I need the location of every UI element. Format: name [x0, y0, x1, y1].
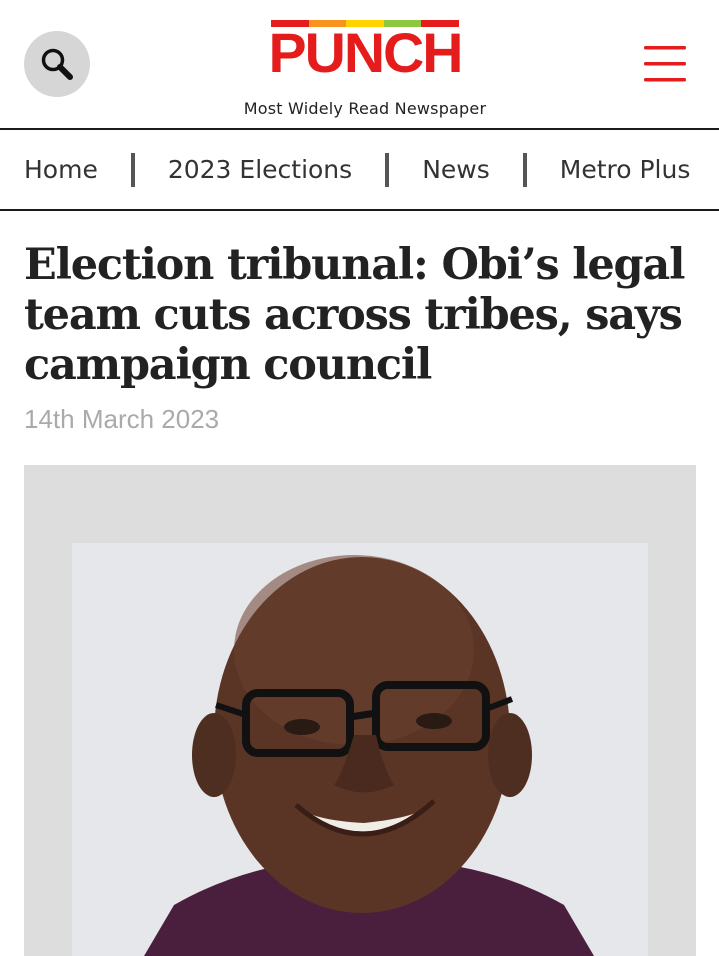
nav-item-news[interactable]: News	[422, 155, 490, 184]
site-header: PUNCH Most Widely Read Newspaper	[0, 0, 719, 130]
nav-divider	[385, 152, 390, 187]
nav-divider	[130, 152, 135, 187]
search-button[interactable]	[24, 31, 90, 97]
nav-item-2023-elections[interactable]: 2023 Elections	[168, 155, 352, 184]
article-date: 14th March 2023	[24, 404, 220, 434]
portrait-photo	[24, 465, 696, 956]
nav-item-home[interactable]: Home	[24, 155, 98, 184]
logo-wordmark: PUNCH	[268, 21, 464, 84]
nav-divider	[522, 152, 527, 187]
nav-item-metro-plus[interactable]: Metro Plus	[560, 155, 691, 184]
article-headline: Election tribunal: Obi’s legal team cuts…	[24, 240, 685, 390]
article-image[interactable]	[24, 465, 696, 956]
hamburger-menu-icon	[644, 46, 686, 82]
site-tagline: Most Widely Read Newspaper	[243, 99, 487, 118]
site-logo[interactable]: PUNCH Most Widely Read Newspaper	[230, 20, 500, 118]
menu-button[interactable]	[644, 44, 688, 84]
main-navigation: Home 2023 Elections News Metro Plus	[0, 130, 719, 211]
search-icon	[41, 48, 73, 80]
